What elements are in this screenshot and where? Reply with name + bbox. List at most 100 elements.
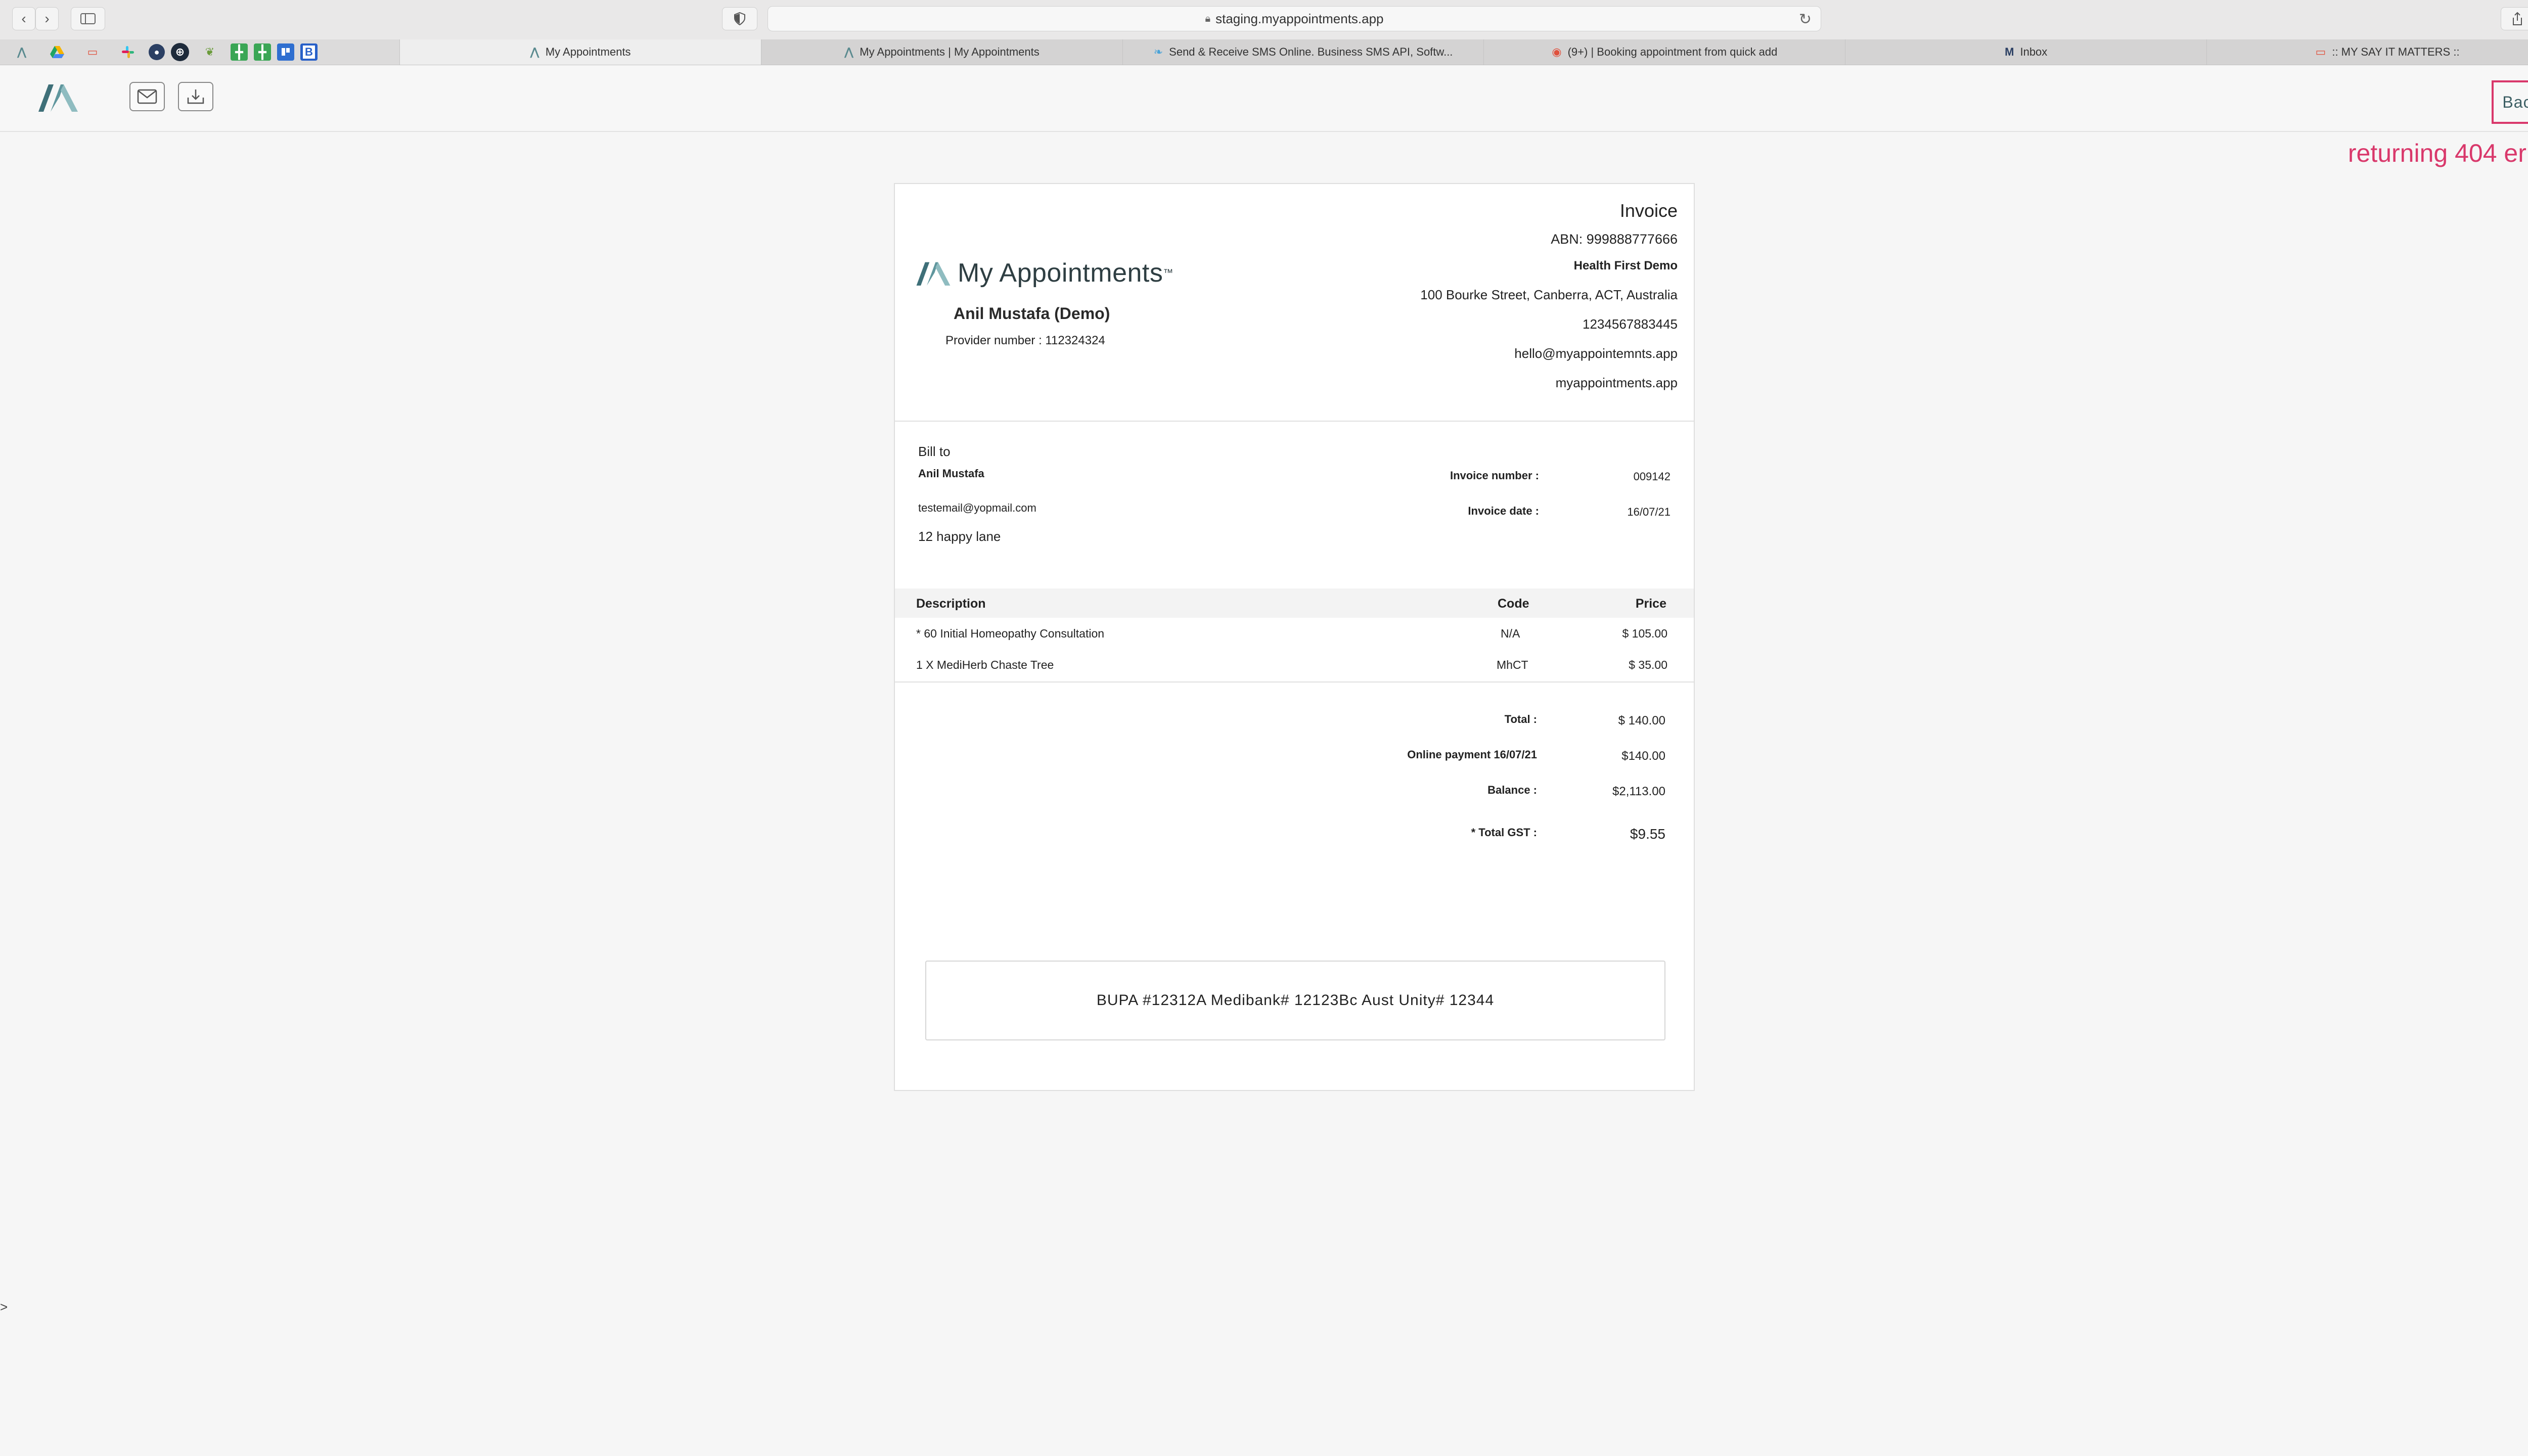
myappointments-favicon[interactable]: ⋀ (7, 42, 36, 62)
invoice-number: 009142 (1633, 470, 1671, 483)
leaf-favicon[interactable]: ❦ (195, 42, 224, 62)
item-code: MhCT (1497, 658, 1528, 671)
tab-booking[interactable]: ◉ (9+) | Booking appointment from quick a… (1483, 39, 1845, 65)
total-label: Total : (1504, 713, 1537, 725)
item-price: $ 105.00 (1622, 627, 1667, 640)
tab-my-appointments-2[interactable]: ⋀ My Appointments | My Appointments (760, 39, 1122, 65)
privacy-report-button[interactable] (722, 7, 757, 30)
invoice-card: Invoice ABN: 999888777666 Health First D… (894, 183, 1695, 1091)
pinned-favorites: ⋀ ▭ ● ⊕ ❦ ╋ ╋ B (0, 39, 399, 65)
column-price: Price (1635, 597, 1666, 611)
abn-text: ABN: 999888777666 (1551, 232, 1678, 247)
online-payment-value: $140.00 (1621, 749, 1665, 763)
trello-favicon[interactable] (277, 43, 294, 61)
business-name: Health First Demo (1573, 259, 1678, 272)
item-description: 1 X MediHerb Chaste Tree (916, 658, 1054, 671)
chevron-right-icon: › (44, 11, 50, 26)
lifebuoy-favicon[interactable]: ⊕ (171, 43, 189, 61)
total-gst-label: * Total GST : (1471, 826, 1537, 839)
slack-favicon[interactable] (113, 42, 143, 62)
lock-icon: 🔒︎ (1205, 13, 1211, 24)
address-bar[interactable]: 🔒︎ staging.myappointments.app ↻ (768, 6, 1821, 31)
business-phone: 1234567883445 (1583, 316, 1678, 332)
business-address: 100 Bourke Street, Canberra, ACT, Austra… (1420, 287, 1678, 302)
google-drive-favicon[interactable] (42, 42, 72, 62)
tab-bar: ⋀ ▭ ● ⊕ ❦ ╋ ╋ B ⋀ My Appointments ⋀ My App… (0, 39, 2528, 65)
forward-nav-button[interactable]: › (35, 7, 59, 30)
item-code: N/A (1501, 627, 1520, 640)
leaf-icon: ❦ (205, 46, 215, 58)
download-invoice-button[interactable] (178, 82, 213, 111)
balance-label: Balance : (1487, 784, 1537, 796)
brand-trademark: ™ (1163, 267, 1173, 279)
invoice-title: Invoice (1619, 200, 1678, 221)
total-value: $ 140.00 (1618, 714, 1665, 727)
tab-sms[interactable]: ❧ Send & Receive SMS Online. Business SMS… (1122, 39, 1484, 65)
sheets-favicon-1[interactable]: ╋ (231, 43, 248, 61)
tab-label: My Appointments (545, 46, 631, 58)
invoice-notes: BUPA #12312A Medibank# 12123Bc Aust Unit… (925, 961, 1665, 1040)
plus-icon: ╋ (235, 44, 243, 60)
envelope-icon (137, 89, 157, 104)
total-gst-value: $9.55 (1630, 826, 1665, 842)
slack-icon (122, 46, 134, 58)
invoice-number-label: Invoice number : (1450, 469, 1539, 482)
console-caret: > (0, 1299, 8, 1314)
invoice-date: 16/07/21 (1627, 506, 1671, 518)
email-invoice-button[interactable] (129, 82, 165, 111)
tab-label: (9+) | Booking appointment from quick ad… (1567, 46, 1778, 58)
tab-label: Inbox (2020, 46, 2048, 58)
tab-label: Send & Receive SMS Online. Business SMS … (1169, 46, 1453, 58)
sidebar-toggle-button[interactable] (71, 7, 105, 30)
item-price: $ 35.00 (1629, 658, 1667, 671)
sms-tab-icon: ❧ (1153, 46, 1163, 58)
divider (895, 681, 1694, 682)
contact-favicon[interactable]: ● (149, 44, 165, 60)
app-logo[interactable] (35, 79, 81, 115)
error-annotation: returning 404 error (2348, 139, 2528, 167)
client-name: Anil Mustafa (918, 467, 984, 480)
business-website: myappointments.app (1555, 375, 1678, 390)
app-header: Back (0, 65, 2528, 132)
brand-mark-icon (916, 262, 951, 286)
url-text: staging.myappointments.app (1215, 11, 1384, 26)
sheets-favicon-2[interactable]: ╋ (254, 43, 271, 61)
record-tab-icon: ◉ (1552, 46, 1562, 58)
chevron-left-icon: ‹ (21, 11, 26, 26)
client-address: 12 happy lane (918, 529, 1001, 544)
tab-label: :: MY SAY IT MATTERS :: (2332, 46, 2460, 58)
back-nav-button[interactable]: ‹ (12, 7, 35, 30)
column-code: Code (1498, 597, 1529, 611)
client-email: testemail@yopmail.com (918, 502, 1036, 514)
sidebar-icon (80, 13, 96, 24)
bill-to-label: Bill to (918, 444, 951, 459)
business-email: hello@myappointemnts.app (1514, 346, 1678, 361)
tab-label: My Appointments | My Appointments (860, 46, 1040, 58)
brand-name: My Appointments (958, 258, 1163, 288)
b-favicon[interactable]: B (300, 43, 318, 61)
invoice-date-label: Invoice date : (1468, 505, 1539, 517)
trello-icon (282, 48, 290, 56)
myappointments-tab-icon: ⋀ (530, 46, 539, 58)
browser-toolbar: ‹ › 🔒︎ staging.myappointments.app ↻ (0, 0, 2528, 40)
plus-icon: ╋ (258, 44, 266, 60)
items-table-header: Description Code Price (895, 588, 1694, 618)
tab-my-appointments[interactable]: ⋀ My Appointments (399, 39, 761, 65)
myappointments-tab-icon: ⋀ (844, 46, 854, 58)
letter-b-icon: B (303, 46, 315, 59)
chat-favicon[interactable]: ▭ (78, 42, 107, 62)
mail-tab-icon: M (2005, 46, 2014, 58)
tab-my-say[interactable]: ▭:: MY SAY IT MATTERS :: (2206, 39, 2528, 65)
tab-inbox[interactable]: M Inbox (1845, 39, 2207, 65)
online-payment-label: Online payment 16/07/21 (1407, 748, 1537, 761)
reload-icon[interactable]: ↻ (1799, 11, 1812, 28)
divider (895, 421, 1694, 422)
shield-icon (734, 12, 745, 25)
lifebuoy-icon: ⊕ (175, 46, 185, 58)
share-icon (2513, 12, 2522, 25)
share-button[interactable] (2501, 7, 2528, 30)
person-icon: ● (154, 47, 160, 57)
balance-value: $2,113.00 (1612, 785, 1665, 798)
back-button[interactable]: Back (2492, 80, 2528, 124)
column-description: Description (916, 597, 986, 611)
